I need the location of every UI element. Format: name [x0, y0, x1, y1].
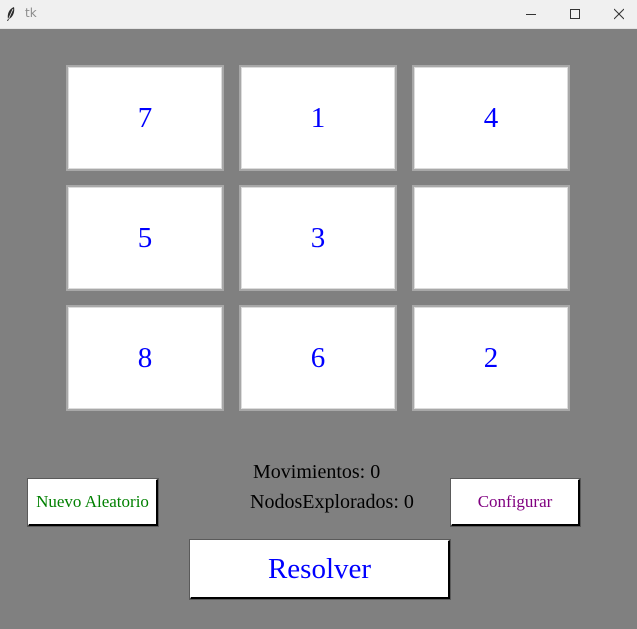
nodes-explored-counter: NodosExplorados: 0 — [250, 491, 414, 514]
moves-value: 0 — [370, 461, 381, 483]
title-bar[interactable]: tk — [0, 0, 637, 29]
maximize-button[interactable] — [553, 0, 597, 28]
minimize-icon — [526, 14, 536, 15]
puzzle-tile[interactable]: 6 — [239, 305, 397, 411]
minimize-button[interactable] — [509, 0, 553, 28]
maximize-icon — [570, 9, 580, 19]
tk-feather-icon — [5, 6, 17, 22]
puzzle-tile[interactable]: 2 — [412, 305, 570, 411]
puzzle-tile[interactable]: 8 — [66, 305, 224, 411]
close-button[interactable] — [597, 0, 637, 28]
puzzle-tile[interactable]: 7 — [66, 65, 224, 171]
configure-button[interactable]: Configurar — [450, 478, 581, 527]
moves-counter: Movimientos: 0 — [253, 461, 380, 484]
puzzle-tile[interactable]: 1 — [239, 65, 397, 171]
nodes-value: 0 — [403, 491, 414, 513]
solve-button[interactable]: Resolver — [189, 539, 451, 600]
nodes-label: NodosExplorados: — [250, 491, 399, 513]
window-title: tk — [25, 6, 37, 20]
puzzle-tile[interactable]: 3 — [239, 185, 397, 291]
app-window: tk 7 1 4 5 3 8 6 2 Movimientos: 0 NodosE… — [0, 0, 637, 629]
moves-label: Movimientos: — [253, 461, 366, 483]
new-random-button[interactable]: Nuevo Aleatorio — [27, 478, 159, 527]
close-icon — [614, 8, 624, 20]
puzzle-tile[interactable]: 5 — [66, 185, 224, 291]
puzzle-tile-empty[interactable] — [412, 185, 570, 291]
puzzle-tile[interactable]: 4 — [412, 65, 570, 171]
